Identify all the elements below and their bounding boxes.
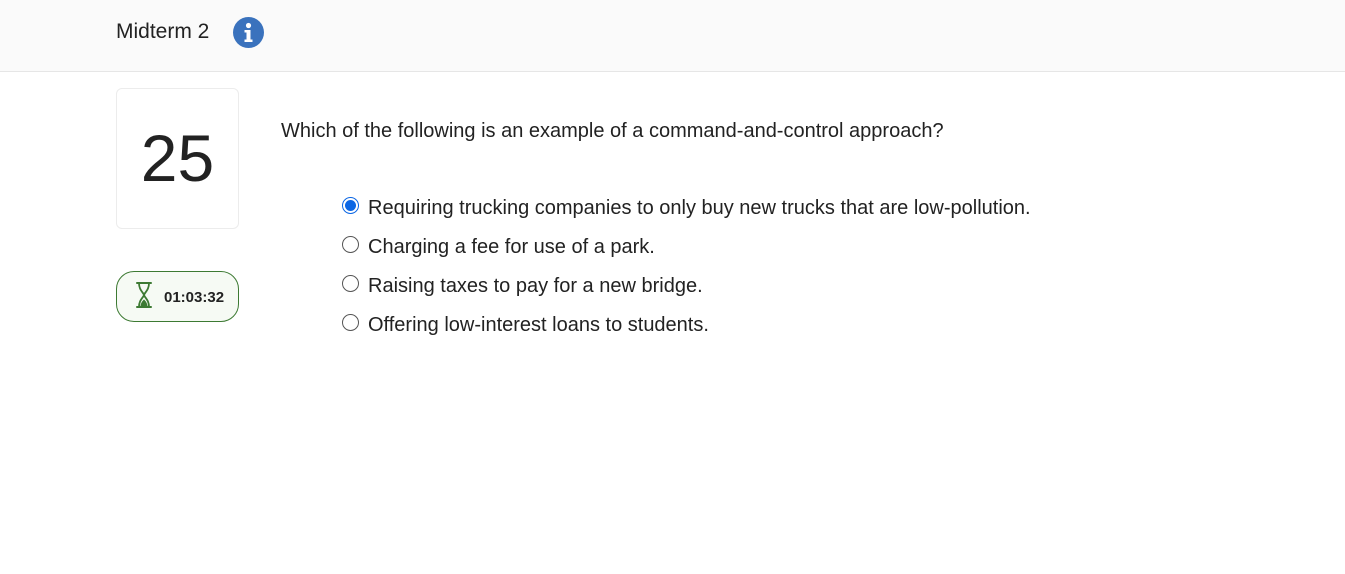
radio-button[interactable]: [342, 236, 359, 253]
hourglass-icon: [136, 282, 152, 308]
info-icon[interactable]: [233, 17, 264, 48]
timer-badge: 01:03:32: [116, 271, 239, 322]
question-number: 25: [140, 121, 215, 195]
question-number-box: 25: [116, 88, 239, 229]
radio-button[interactable]: [342, 314, 359, 331]
answer-option-label[interactable]: Raising taxes to pay for a new bridge.: [368, 273, 703, 299]
page-header: Midterm 2: [0, 0, 1345, 72]
answer-option-label[interactable]: Requiring trucking companies to only buy…: [368, 195, 1031, 221]
exam-title: Midterm 2: [116, 20, 210, 43]
radio-button[interactable]: [342, 275, 359, 292]
timer-value: 01:03:32: [164, 289, 225, 306]
question-text: Which of the following is an example of …: [281, 120, 944, 142]
answer-option-label[interactable]: Charging a fee for use of a park.: [368, 234, 655, 260]
radio-button-selected[interactable]: [342, 197, 359, 214]
answer-option-label[interactable]: Offering low-interest loans to students.: [368, 312, 709, 338]
